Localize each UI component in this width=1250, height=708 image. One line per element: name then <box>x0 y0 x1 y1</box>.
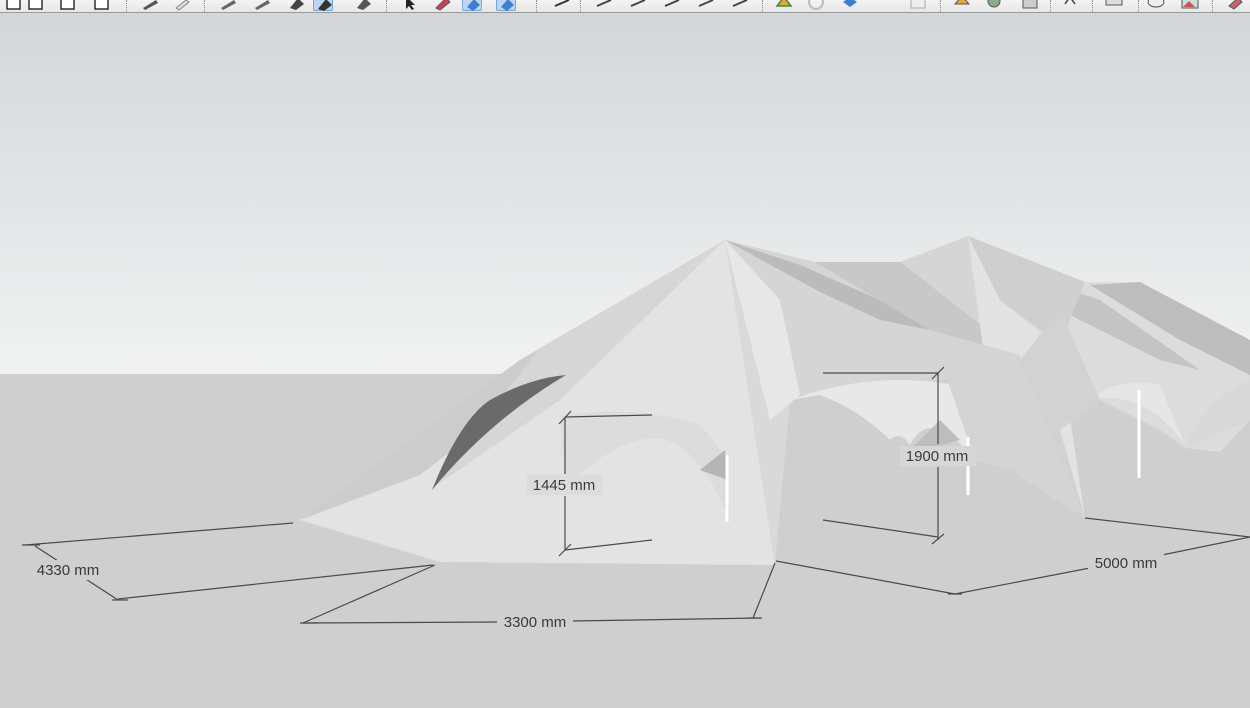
toolbar-separator <box>580 0 582 12</box>
toolbar-separator <box>1092 0 1094 12</box>
section-plane-icon[interactable] <box>730 0 750 11</box>
walk-icon[interactable] <box>1060 0 1080 11</box>
paint-bucket-icon[interactable] <box>286 0 306 11</box>
sketchup-app-window: 4330 mm 3300 mm 1445 mm 1900 mm 5000 mm <box>0 0 1250 708</box>
axes-icon[interactable] <box>696 0 716 11</box>
pencil-icon[interactable] <box>252 0 272 11</box>
tape-measure-icon[interactable] <box>594 0 614 11</box>
dimension-label-5000: 5000 mm <box>1095 555 1158 572</box>
dimension-label-1900: 1900 mm <box>906 448 969 465</box>
text-icon[interactable] <box>662 0 682 11</box>
rectangle-icon[interactable] <box>4 0 24 11</box>
toolbar-separator <box>536 0 538 12</box>
pan-icon[interactable] <box>806 0 826 11</box>
eraser-icon[interactable] <box>172 0 192 11</box>
pencil-icon[interactable] <box>140 0 160 11</box>
offset-icon[interactable] <box>432 0 452 11</box>
toolbar-separator <box>940 0 942 12</box>
dimension-label-1445: 1445 mm <box>533 477 596 494</box>
rectangle-icon[interactable] <box>58 0 78 11</box>
rectangle-icon[interactable] <box>26 0 46 11</box>
main-toolbar <box>0 0 1250 13</box>
camera-icon[interactable] <box>1020 0 1040 11</box>
look-around-icon[interactable] <box>1104 0 1124 11</box>
toolbar-separator <box>1138 0 1140 12</box>
toolbar-separator <box>762 0 764 12</box>
tent-model-scene: 4330 mm 3300 mm 1445 mm 1900 mm 5000 mm <box>0 13 1250 708</box>
toolbar-separator <box>1050 0 1052 12</box>
protractor-icon[interactable] <box>628 0 648 11</box>
dimension-label-3300: 3300 mm <box>504 614 567 631</box>
warehouse-icon[interactable] <box>952 0 972 11</box>
toolbar-separator <box>126 0 128 12</box>
toolbar-separator <box>386 0 388 12</box>
dimension-icon[interactable] <box>552 0 572 11</box>
modeling-viewport[interactable]: 4330 mm 3300 mm 1445 mm 1900 mm 5000 mm <box>0 13 1250 708</box>
extension-icon[interactable] <box>984 0 1004 11</box>
paint-icon[interactable] <box>1226 0 1246 11</box>
paint-bucket-icon[interactable] <box>353 0 373 11</box>
camera-icon[interactable] <box>908 0 928 11</box>
box-icon[interactable] <box>840 0 860 11</box>
view-iso-icon[interactable] <box>462 0 482 11</box>
select-arrow-icon[interactable] <box>400 0 420 11</box>
image-icon[interactable] <box>1180 0 1200 11</box>
rectangle-icon[interactable] <box>92 0 112 11</box>
paint-bucket-icon[interactable] <box>313 0 333 11</box>
dimension-label-4330: 4330 mm <box>37 562 100 579</box>
comment-icon[interactable] <box>1146 0 1166 11</box>
view-iso-icon[interactable] <box>496 0 516 11</box>
pencil-icon[interactable] <box>218 0 238 11</box>
toolbar-separator <box>204 0 206 12</box>
orbit-icon[interactable] <box>774 0 794 11</box>
toolbar-separator <box>1212 0 1214 12</box>
